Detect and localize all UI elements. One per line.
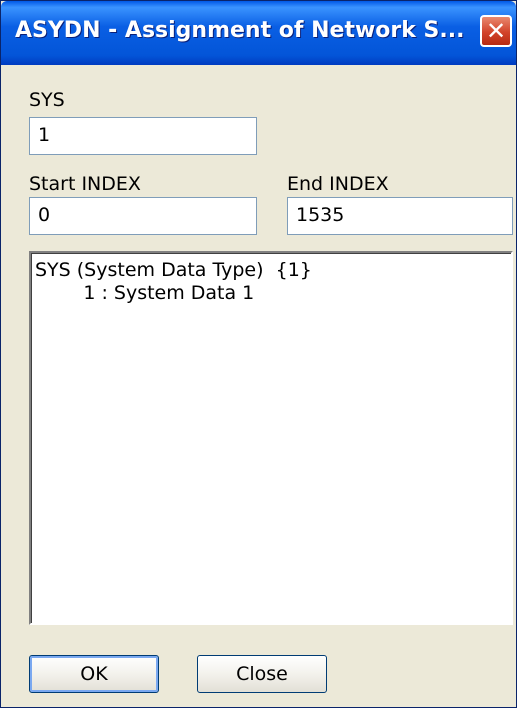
- ok-button[interactable]: OK: [29, 655, 159, 693]
- end-index-input[interactable]: 1535: [287, 197, 513, 235]
- close-button[interactable]: Close: [197, 655, 327, 693]
- close-window-button[interactable]: ✕: [480, 15, 512, 47]
- info-listbox[interactable]: SYS (System Data Type) {1} 1 : System Da…: [29, 251, 513, 625]
- window-title: ASYDN - Assignment of Network S...: [15, 18, 465, 43]
- dialog-window: ASYDN - Assignment of Network S... ✕ SYS…: [0, 0, 517, 708]
- close-icon: ✕: [485, 17, 507, 45]
- start-index-input[interactable]: 0: [29, 197, 257, 235]
- list-item: SYS (System Data Type) {1}: [35, 259, 312, 281]
- sys-input[interactable]: 1: [29, 117, 257, 155]
- start-index-label: Start INDEX: [29, 173, 141, 195]
- sys-label: SYS: [29, 89, 65, 111]
- end-index-label: End INDEX: [287, 173, 389, 195]
- list-item: 1 : System Data 1: [35, 282, 255, 304]
- title-bar[interactable]: ASYDN - Assignment of Network S... ✕: [1, 1, 516, 65]
